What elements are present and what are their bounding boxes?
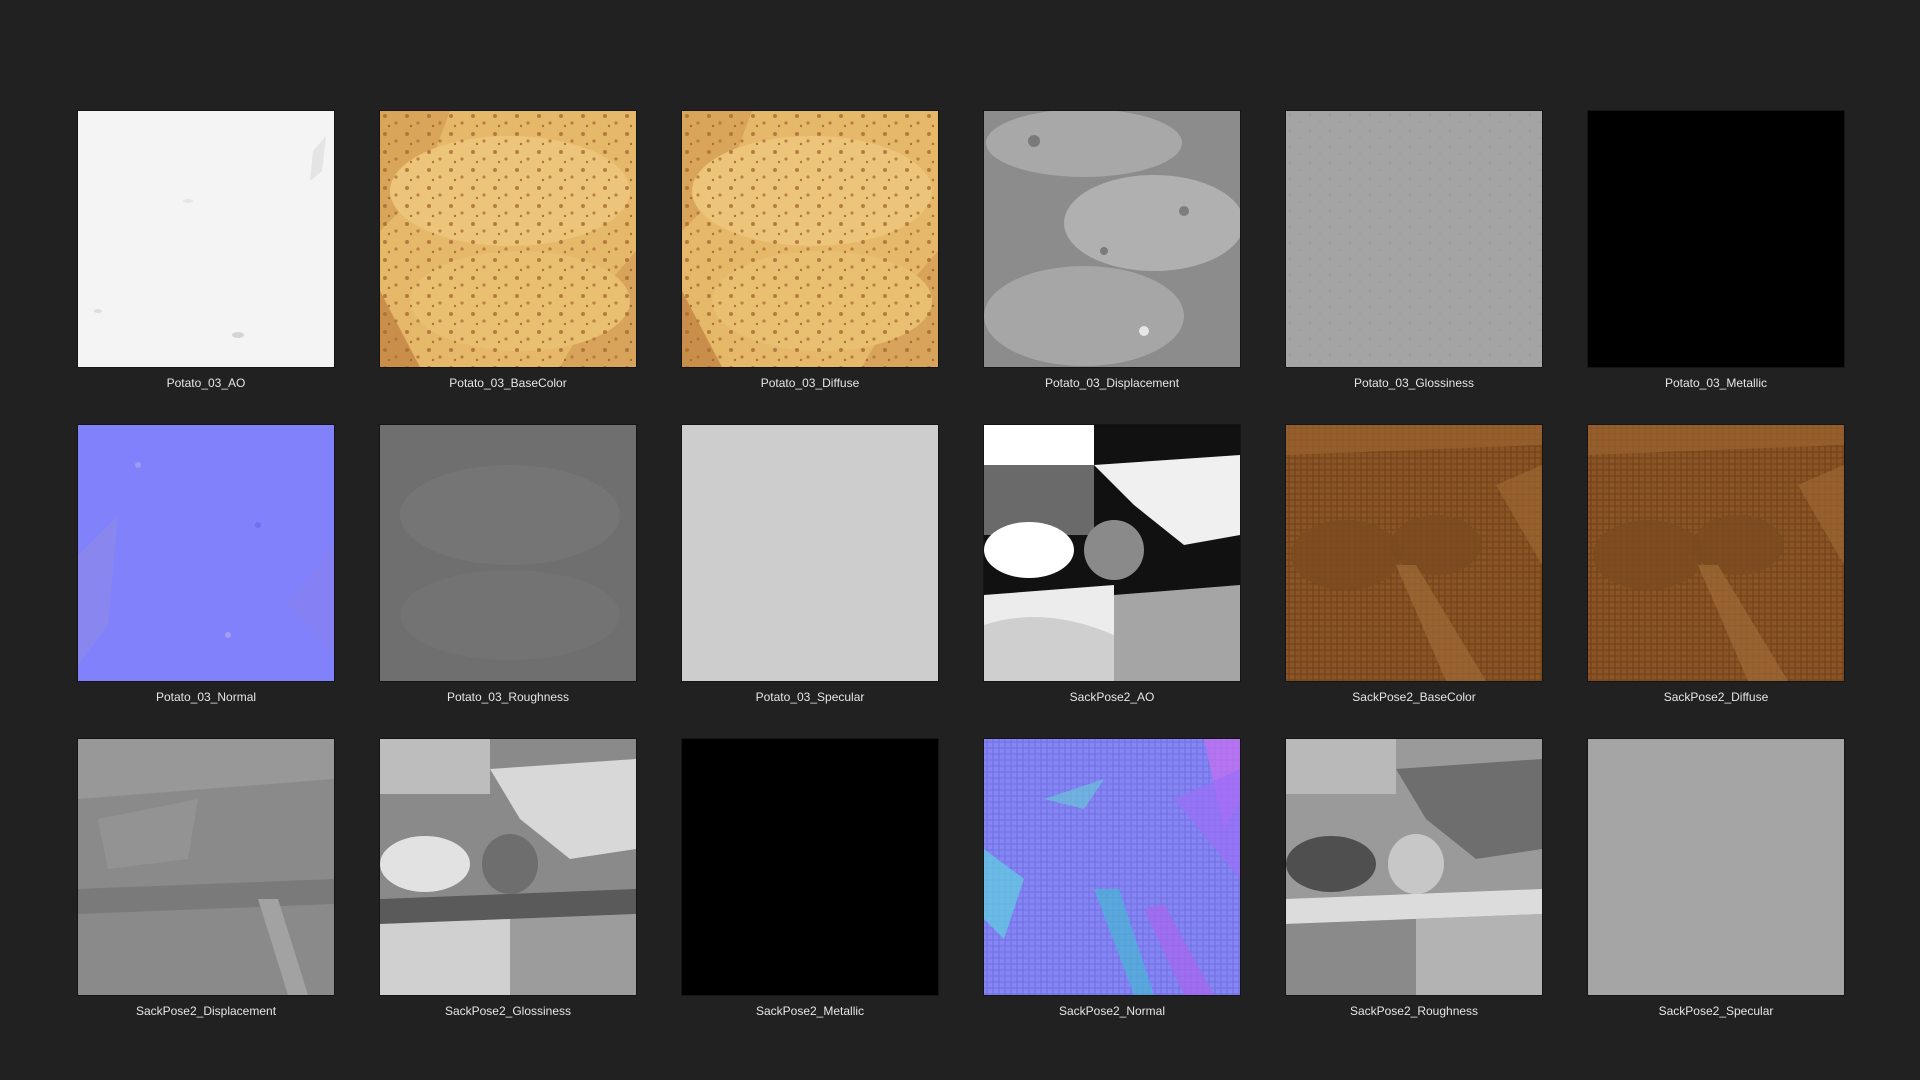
gallery-item-label: Potato_03_Specular <box>755 690 865 704</box>
texture-basecolor-thumbnail <box>380 111 636 367</box>
texture-metallic-thumbnail <box>1588 111 1844 367</box>
gallery-item-potato-glossiness[interactable]: Potato_03_Glossiness <box>1286 111 1542 390</box>
texture-ao-thumbnail <box>984 425 1240 681</box>
gallery-item-label: SackPose2_Metallic <box>755 1004 865 1018</box>
texture-roughness-thumbnail <box>380 425 636 681</box>
gallery-item-label: Potato_03_Diffuse <box>760 376 860 390</box>
texture-specular-thumbnail <box>1588 739 1844 995</box>
gallery-item-label: Potato_03_Normal <box>155 690 257 704</box>
gallery-item-label: Potato_03_Roughness <box>446 690 570 704</box>
texture-displacement-thumbnail <box>984 111 1240 367</box>
texture-basecolor-thumbnail <box>1286 425 1542 681</box>
gallery-item-sackpose2-basecolor[interactable]: SackPose2_BaseColor <box>1286 425 1542 704</box>
gallery-item-potato-diffuse[interactable]: Potato_03_Diffuse <box>682 111 938 390</box>
texture-ao-thumbnail <box>78 111 334 367</box>
gallery-item-label: SackPose2_Specular <box>1658 1004 1774 1018</box>
gallery-item-label: Potato_03_Metallic <box>1664 376 1768 390</box>
texture-glossiness-thumbnail <box>380 739 636 995</box>
gallery-item-sackpose2-roughness[interactable]: SackPose2_Roughness <box>1286 739 1542 1018</box>
gallery-item-potato-specular[interactable]: Potato_03_Specular <box>682 425 938 704</box>
gallery-item-label: Potato_03_Glossiness <box>1353 376 1475 390</box>
texture-specular-thumbnail <box>682 425 938 681</box>
texture-glossiness-thumbnail <box>1286 111 1542 367</box>
texture-normal-thumbnail <box>78 425 334 681</box>
gallery-item-sackpose2-ao[interactable]: SackPose2_AO <box>984 425 1240 704</box>
texture-diffuse-thumbnail <box>1588 425 1844 681</box>
gallery-item-label: Potato_03_AO <box>166 376 246 390</box>
texture-displacement-thumbnail <box>78 739 334 995</box>
texture-metallic-thumbnail <box>682 739 938 995</box>
gallery-item-label: SackPose2_BaseColor <box>1352 690 1476 704</box>
gallery-item-label: SackPose2_Roughness <box>1349 1004 1479 1018</box>
gallery-item-sackpose2-displacement[interactable]: SackPose2_Displacement <box>78 739 334 1018</box>
gallery-item-sackpose2-metallic[interactable]: SackPose2_Metallic <box>682 739 938 1018</box>
gallery-item-potato-roughness[interactable]: Potato_03_Roughness <box>380 425 636 704</box>
texture-diffuse-thumbnail <box>682 111 938 367</box>
gallery-item-potato-metallic[interactable]: Potato_03_Metallic <box>1588 111 1844 390</box>
gallery-item-label: Potato_03_Displacement <box>1044 376 1180 390</box>
gallery-item-label: SackPose2_Normal <box>1058 1004 1166 1018</box>
texture-gallery: Potato_03_AO Potato_03_BaseColor Potato_… <box>78 111 1844 1018</box>
gallery-item-sackpose2-normal[interactable]: SackPose2_Normal <box>984 739 1240 1018</box>
gallery-item-sackpose2-specular[interactable]: SackPose2_Specular <box>1588 739 1844 1018</box>
gallery-item-potato-basecolor[interactable]: Potato_03_BaseColor <box>380 111 636 390</box>
gallery-item-potato-displacement[interactable]: Potato_03_Displacement <box>984 111 1240 390</box>
texture-normal-thumbnail <box>984 739 1240 995</box>
gallery-item-label: SackPose2_Glossiness <box>444 1004 572 1018</box>
gallery-item-label: SackPose2_AO <box>1069 690 1155 704</box>
gallery-item-label: Potato_03_BaseColor <box>449 376 567 390</box>
gallery-item-label: SackPose2_Diffuse <box>1663 690 1769 704</box>
gallery-item-potato-normal[interactable]: Potato_03_Normal <box>78 425 334 704</box>
gallery-item-sackpose2-diffuse[interactable]: SackPose2_Diffuse <box>1588 425 1844 704</box>
gallery-item-potato-ao[interactable]: Potato_03_AO <box>78 111 334 390</box>
gallery-item-label: SackPose2_Displacement <box>135 1004 277 1018</box>
gallery-item-sackpose2-glossiness[interactable]: SackPose2_Glossiness <box>380 739 636 1018</box>
texture-roughness-thumbnail <box>1286 739 1542 995</box>
